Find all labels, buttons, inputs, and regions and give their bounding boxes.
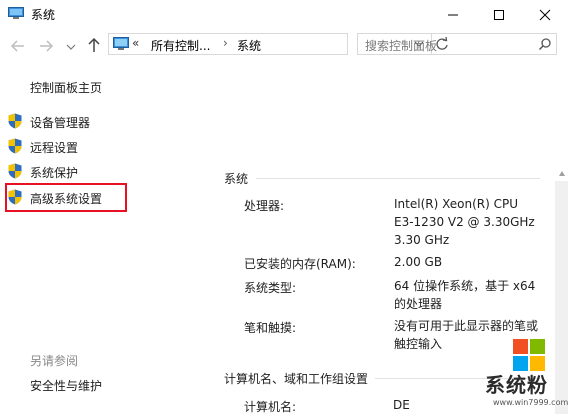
control-panel-home-link[interactable]: 控制面板主页 — [30, 79, 102, 96]
see-also-heading: 另请参阅 — [30, 354, 79, 368]
shield-icon — [8, 138, 22, 154]
control-panel-icon — [113, 37, 129, 50]
security-maintenance-link[interactable]: 安全性与维护 — [30, 377, 102, 394]
ram-value: 2.00 GB — [394, 253, 442, 271]
search-placeholder: 搜索控制面板 — [365, 39, 438, 53]
system-section-title: 系统 — [224, 172, 249, 186]
close-icon — [539, 9, 551, 21]
watermark-text: 系统粉 — [485, 373, 548, 397]
shield-icon — [8, 113, 22, 129]
close-button[interactable] — [522, 0, 568, 30]
back-arrow-icon[interactable] — [10, 38, 26, 54]
processor-line-1: Intel(R) Xeon(R) CPU — [394, 197, 519, 211]
maximize-button[interactable] — [476, 0, 522, 30]
system-type-line-1: 64 位操作系统，基于 x64 — [394, 279, 536, 293]
computer-icon — [8, 7, 24, 19]
recent-locations-chevron-icon[interactable] — [66, 43, 76, 51]
search-icon[interactable] — [538, 37, 552, 51]
window-title: 系统 — [31, 8, 56, 22]
sidebar-item-label: 设备管理器 — [30, 116, 91, 130]
watermark-url: www.win7999.com — [493, 398, 568, 407]
processor-line-2: E3-1230 V2 @ 3.30GHz — [394, 215, 535, 229]
search-input[interactable]: 搜索控制面板 — [357, 33, 557, 55]
computer-name-section-title: 计算机名、域和工作组设置 — [224, 372, 369, 386]
vertical-scrollbar[interactable] — [555, 181, 568, 414]
maximize-icon — [494, 10, 504, 20]
minimize-button[interactable] — [430, 0, 476, 30]
breadcrumb-all-control-panel[interactable]: 所有控制... — [151, 37, 210, 54]
system-type-value: 64 位操作系统，基于 x64 的处理器 — [394, 277, 535, 313]
processor-line-3: 3.30 GHz — [394, 233, 450, 247]
ram-line-1: 2.00 GB — [394, 255, 443, 269]
processor-label: 处理器: — [244, 199, 285, 213]
up-arrow-icon[interactable] — [86, 37, 102, 53]
minimize-icon — [448, 14, 458, 16]
title-bar: 系统 — [0, 0, 568, 30]
shield-icon — [8, 163, 22, 179]
sidebar-item-label: 系统保护 — [30, 166, 79, 180]
system-type-line-2: 的处理器 — [394, 297, 443, 311]
ram-label: 已安装的内存(RAM): — [244, 257, 356, 271]
section-divider — [256, 178, 540, 179]
breadcrumb-system[interactable]: 系统 — [237, 37, 261, 54]
system-type-label: 系统类型: — [244, 281, 297, 295]
sidebar-item-label: 远程设置 — [30, 141, 79, 155]
scroll-up-arrow-icon[interactable] — [558, 170, 566, 178]
forward-arrow-icon[interactable] — [38, 38, 54, 54]
breadcrumb-chevron-icon[interactable]: › — [223, 36, 228, 50]
processor-value: Intel(R) Xeon(R) CPU E3-1230 V2 @ 3.30GH… — [394, 195, 535, 249]
highlight-annotation — [5, 183, 127, 212]
computer-name-label: 计算机名: — [244, 400, 297, 414]
windows-logo-icon — [513, 339, 545, 371]
breadcrumb-overflow[interactable]: « — [132, 36, 139, 50]
pen-touch-label: 笔和触摸: — [244, 321, 297, 335]
computer-name-value: DE — [393, 398, 410, 412]
address-bar[interactable]: « 所有控制... › 系统 — [108, 33, 448, 55]
pen-touch-line-1: 没有可用于此显示器的笔或 — [394, 319, 539, 333]
